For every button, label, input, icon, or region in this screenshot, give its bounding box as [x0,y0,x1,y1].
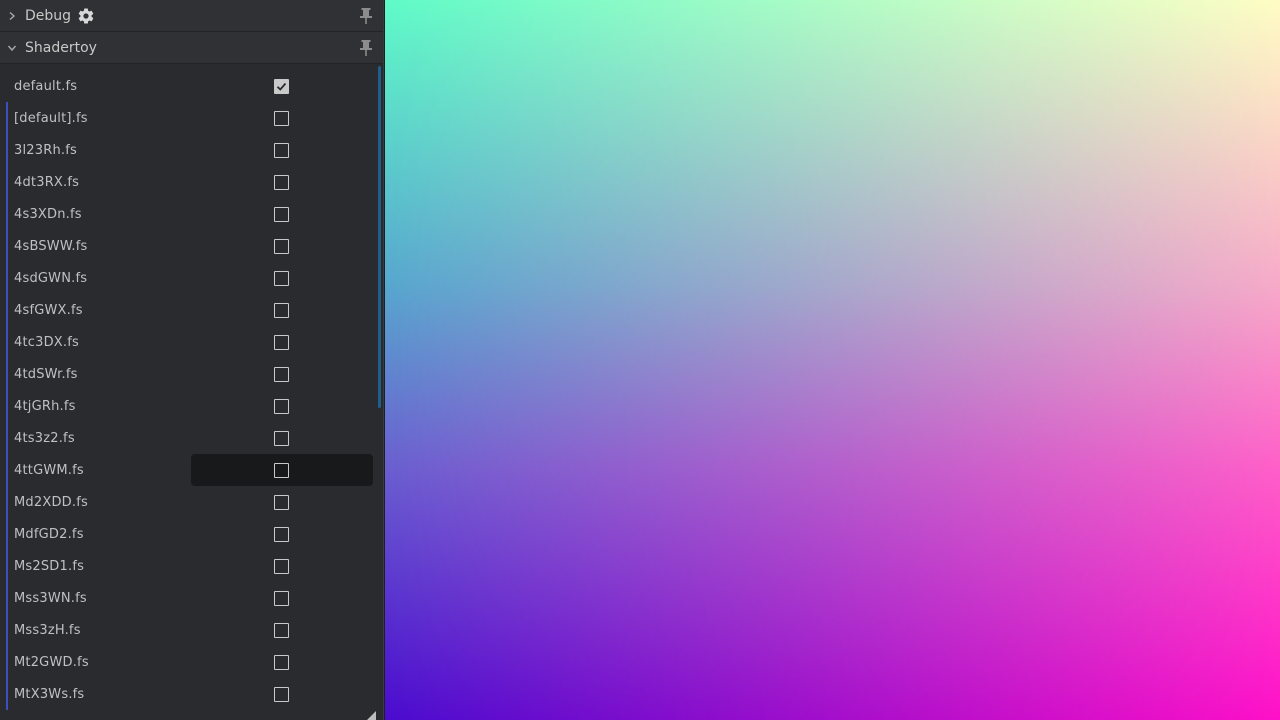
shader-name: MdfGD2.fs [14,526,84,542]
scrollbar[interactable] [378,66,381,408]
indent-guide [6,486,8,518]
resize-grip-icon[interactable] [366,706,376,720]
enable-checkbox[interactable] [274,335,289,350]
enable-checkbox[interactable] [274,79,289,94]
shader-row[interactable]: MdfGD2.fs [0,518,376,550]
enable-checkbox[interactable] [274,431,289,446]
gear-icon[interactable] [77,7,95,25]
enable-checkbox[interactable] [274,495,289,510]
indent-guide [6,646,8,678]
shader-row[interactable]: 4sdGWN.fs [0,262,376,294]
checkmark-icon [276,82,287,91]
indent-guide [6,582,8,614]
indent-guide [6,518,8,550]
indent-guide [6,390,8,422]
shader-name: default.fs [14,78,78,94]
shader-row[interactable]: 4tc3DX.fs [0,326,376,358]
shader-row[interactable]: MtX3Ws.fs [0,678,376,710]
indent-guide [6,358,8,390]
indent-guide [6,454,8,486]
shader-row[interactable]: Mt2GWD.fs [0,646,376,678]
shader-name: Md2XDD.fs [14,494,88,510]
indent-guide [6,614,8,646]
side-panel: Debug Shadertoy default.fs [default].fs … [0,0,384,720]
indent-guide [6,102,8,134]
shader-name: 4sdGWN.fs [14,270,88,286]
shader-name: Mt2GWD.fs [14,654,89,670]
shader-name: 4ttGWM.fs [14,462,84,478]
enable-checkbox[interactable] [274,655,289,670]
shader-name: 4s3XDn.fs [14,206,82,222]
shader-name: 4dt3RX.fs [14,174,80,190]
indent-guide [6,134,8,166]
indent-guide [6,422,8,454]
viewport-gradient-right [385,0,1280,720]
section-title-shadertoy: Shadertoy [25,39,97,56]
shader-name: MtX3Ws.fs [14,686,85,702]
shader-name: [default].fs [14,110,88,126]
enable-checkbox[interactable] [274,207,289,222]
indent-guide [6,326,8,358]
shader-name: Ms2SD1.fs [14,558,85,574]
indent-guide [6,678,8,710]
enable-checkbox[interactable] [274,111,289,126]
pin-icon[interactable] [358,39,374,61]
shader-name: 4sBSWW.fs [14,238,88,254]
section-header-debug[interactable]: Debug [0,0,383,32]
shader-row[interactable]: 4dt3RX.fs [0,166,376,198]
shader-viewport[interactable] [385,0,1280,720]
shader-row[interactable]: Mss3zH.fs [0,614,376,646]
shader-name: Mss3WN.fs [14,590,87,606]
indent-guide [6,294,8,326]
enable-checkbox[interactable] [274,463,289,478]
shader-name: 4tc3DX.fs [14,334,79,350]
indent-guide [6,262,8,294]
enable-checkbox[interactable] [274,591,289,606]
enable-checkbox[interactable] [274,399,289,414]
enable-checkbox[interactable] [274,143,289,158]
shader-row[interactable]: 4sBSWW.fs [0,230,376,262]
shader-name: Mss3zH.fs [14,622,81,638]
indent-guide [6,198,8,230]
enable-checkbox[interactable] [274,687,289,702]
indent-guide [6,550,8,582]
enable-checkbox[interactable] [274,239,289,254]
shader-row[interactable]: 4tdSWr.fs [0,358,376,390]
enable-checkbox[interactable] [274,303,289,318]
indent-guide [6,230,8,262]
shader-name: 3l23Rh.fs [14,142,77,158]
shader-row[interactable]: 4ts3z2.fs [0,422,376,454]
section-header-shadertoy[interactable]: Shadertoy [0,32,383,64]
shader-name: 4ts3z2.fs [14,430,75,446]
pin-icon[interactable] [358,7,374,29]
enable-checkbox[interactable] [274,175,289,190]
shader-list: default.fs [default].fs 3l23Rh.fs 4dt3RX.fs… [0,70,376,710]
app-window: Debug Shadertoy default.fs [default].fs … [0,0,1280,720]
shader-row[interactable]: 4s3XDn.fs [0,198,376,230]
shader-row[interactable]: Ms2SD1.fs [0,550,376,582]
enable-checkbox[interactable] [274,367,289,382]
shader-row[interactable]: 4tjGRh.fs [0,390,376,422]
enable-checkbox[interactable] [274,559,289,574]
shader-name: 4tjGRh.fs [14,398,76,414]
shader-row[interactable]: default.fs [0,70,376,102]
shader-row[interactable]: 4ttGWM.fs [0,454,376,486]
shader-name: 4tdSWr.fs [14,366,78,382]
enable-checkbox[interactable] [274,623,289,638]
shader-row[interactable]: [default].fs [0,102,376,134]
indent-guide [6,166,8,198]
shader-row[interactable]: Mss3WN.fs [0,582,376,614]
section-title-debug: Debug [25,7,72,24]
chevron-down-icon[interactable] [0,43,24,53]
shader-name: 4sfGWX.fs [14,302,83,318]
enable-checkbox[interactable] [274,527,289,542]
chevron-right-icon[interactable] [0,11,24,21]
shader-row[interactable]: 4sfGWX.fs [0,294,376,326]
shader-row[interactable]: 3l23Rh.fs [0,134,376,166]
shader-row[interactable]: Md2XDD.fs [0,486,376,518]
enable-checkbox[interactable] [274,271,289,286]
